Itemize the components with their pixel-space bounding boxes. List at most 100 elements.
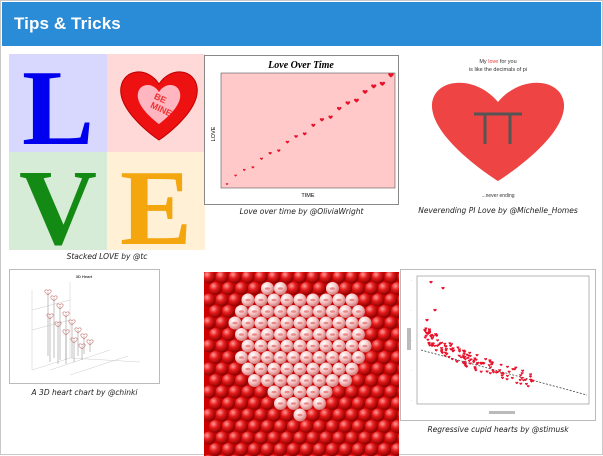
ball-label-mark [317, 379, 322, 382]
pi-love-image[interactable]: My love for you is like the decimals of … [400, 54, 596, 204]
ball-label-mark [349, 368, 354, 371]
ball [235, 282, 248, 295]
ball-label-mark [284, 391, 289, 394]
ball [372, 340, 385, 353]
tick-mark-icon: · [411, 369, 412, 373]
ball-label-mark [330, 379, 335, 382]
tick-mark-icon: · [411, 339, 412, 343]
ball-label-mark [336, 345, 341, 348]
ball [398, 363, 400, 376]
cupid-hearts-image[interactable]: · · · · · [400, 269, 596, 421]
ball [307, 432, 320, 445]
ball [346, 272, 359, 284]
ball-label-mark [245, 345, 250, 348]
ball [222, 374, 235, 387]
ball [385, 294, 398, 307]
caption-heart-3d: A 3D heart chart by @chinki [9, 388, 160, 397]
ball-label-mark [330, 356, 335, 359]
ball [204, 432, 216, 445]
ball [216, 409, 229, 422]
ball [242, 272, 255, 284]
stacked-love-image[interactable]: L BE MINE V E [9, 54, 205, 250]
ball [398, 386, 400, 399]
ball-label-mark [356, 310, 361, 313]
ball [398, 272, 400, 284]
ball [385, 432, 398, 445]
ball-label-mark [278, 379, 283, 382]
ball [385, 386, 398, 399]
ball [333, 409, 346, 422]
letter-e: E [120, 149, 192, 250]
ball-label-mark [304, 379, 309, 382]
ball [287, 443, 300, 456]
ball-label-mark [265, 379, 270, 382]
ball-label-mark [271, 368, 276, 371]
caption-pi-love: Neverending PI Love by @Michelle_Homes [400, 206, 596, 215]
ball-label-mark [252, 356, 257, 359]
ball-label-mark [284, 322, 289, 325]
ball [385, 340, 398, 353]
ball [261, 443, 274, 456]
ball-label-mark [356, 333, 361, 336]
heart-3d-image[interactable]: 3D Heart · · · [9, 269, 160, 384]
ball [352, 397, 365, 410]
ball [261, 420, 274, 433]
ball-label-mark [291, 379, 296, 382]
ball [248, 443, 261, 456]
ball-label-mark [265, 356, 270, 359]
ball [300, 282, 313, 295]
ball [222, 351, 235, 364]
ball [209, 420, 222, 433]
chart-title: Love Over Time [267, 60, 334, 71]
ball-label-mark [278, 287, 283, 290]
ball [287, 282, 300, 295]
love-over-time-image[interactable]: Love Over Time LOVE TIME [204, 55, 399, 205]
ball [229, 340, 242, 353]
ball [326, 397, 339, 410]
ball-label-mark [284, 299, 289, 302]
ball [398, 317, 400, 330]
ball-label-mark [245, 368, 250, 371]
ball [229, 432, 242, 445]
ball [326, 443, 339, 456]
ball [216, 294, 229, 307]
ball [359, 432, 372, 445]
tick-mark-icon: · [22, 317, 23, 321]
ball [313, 282, 326, 295]
ball-label-mark [304, 333, 309, 336]
ball [346, 409, 359, 422]
ball [365, 374, 378, 387]
ball [268, 272, 281, 284]
ball-label-mark [278, 310, 283, 313]
ball [209, 328, 222, 341]
ball [339, 443, 352, 456]
ball-label-mark [304, 310, 309, 313]
ball [209, 374, 222, 387]
pi-line-1: My love for you [479, 59, 516, 65]
ball-label-mark [310, 299, 315, 302]
ball [209, 282, 222, 295]
pi-footer: ...never ending [481, 193, 514, 199]
y-axis-label: LOVE [211, 126, 217, 141]
ball [242, 432, 255, 445]
caption-love-over-time: Love over time by @OliviaWright [204, 207, 399, 216]
ball-label-mark [349, 345, 354, 348]
ball [378, 328, 391, 341]
ball-label-mark [278, 356, 283, 359]
ball-label-mark [271, 322, 276, 325]
ball [365, 282, 378, 295]
tick-mark-icon: · [411, 279, 412, 283]
ball [209, 443, 222, 456]
heart-balls-image[interactable] [204, 272, 399, 456]
ball [391, 397, 399, 410]
ball-label-mark [310, 391, 315, 394]
ball-label-mark [343, 310, 348, 313]
ball-label-mark [258, 299, 263, 302]
ball [378, 443, 391, 456]
ball [222, 282, 235, 295]
ball [281, 409, 294, 422]
ball-label-mark [284, 345, 289, 348]
ball [204, 409, 216, 422]
ball [222, 305, 235, 318]
ball [320, 409, 333, 422]
